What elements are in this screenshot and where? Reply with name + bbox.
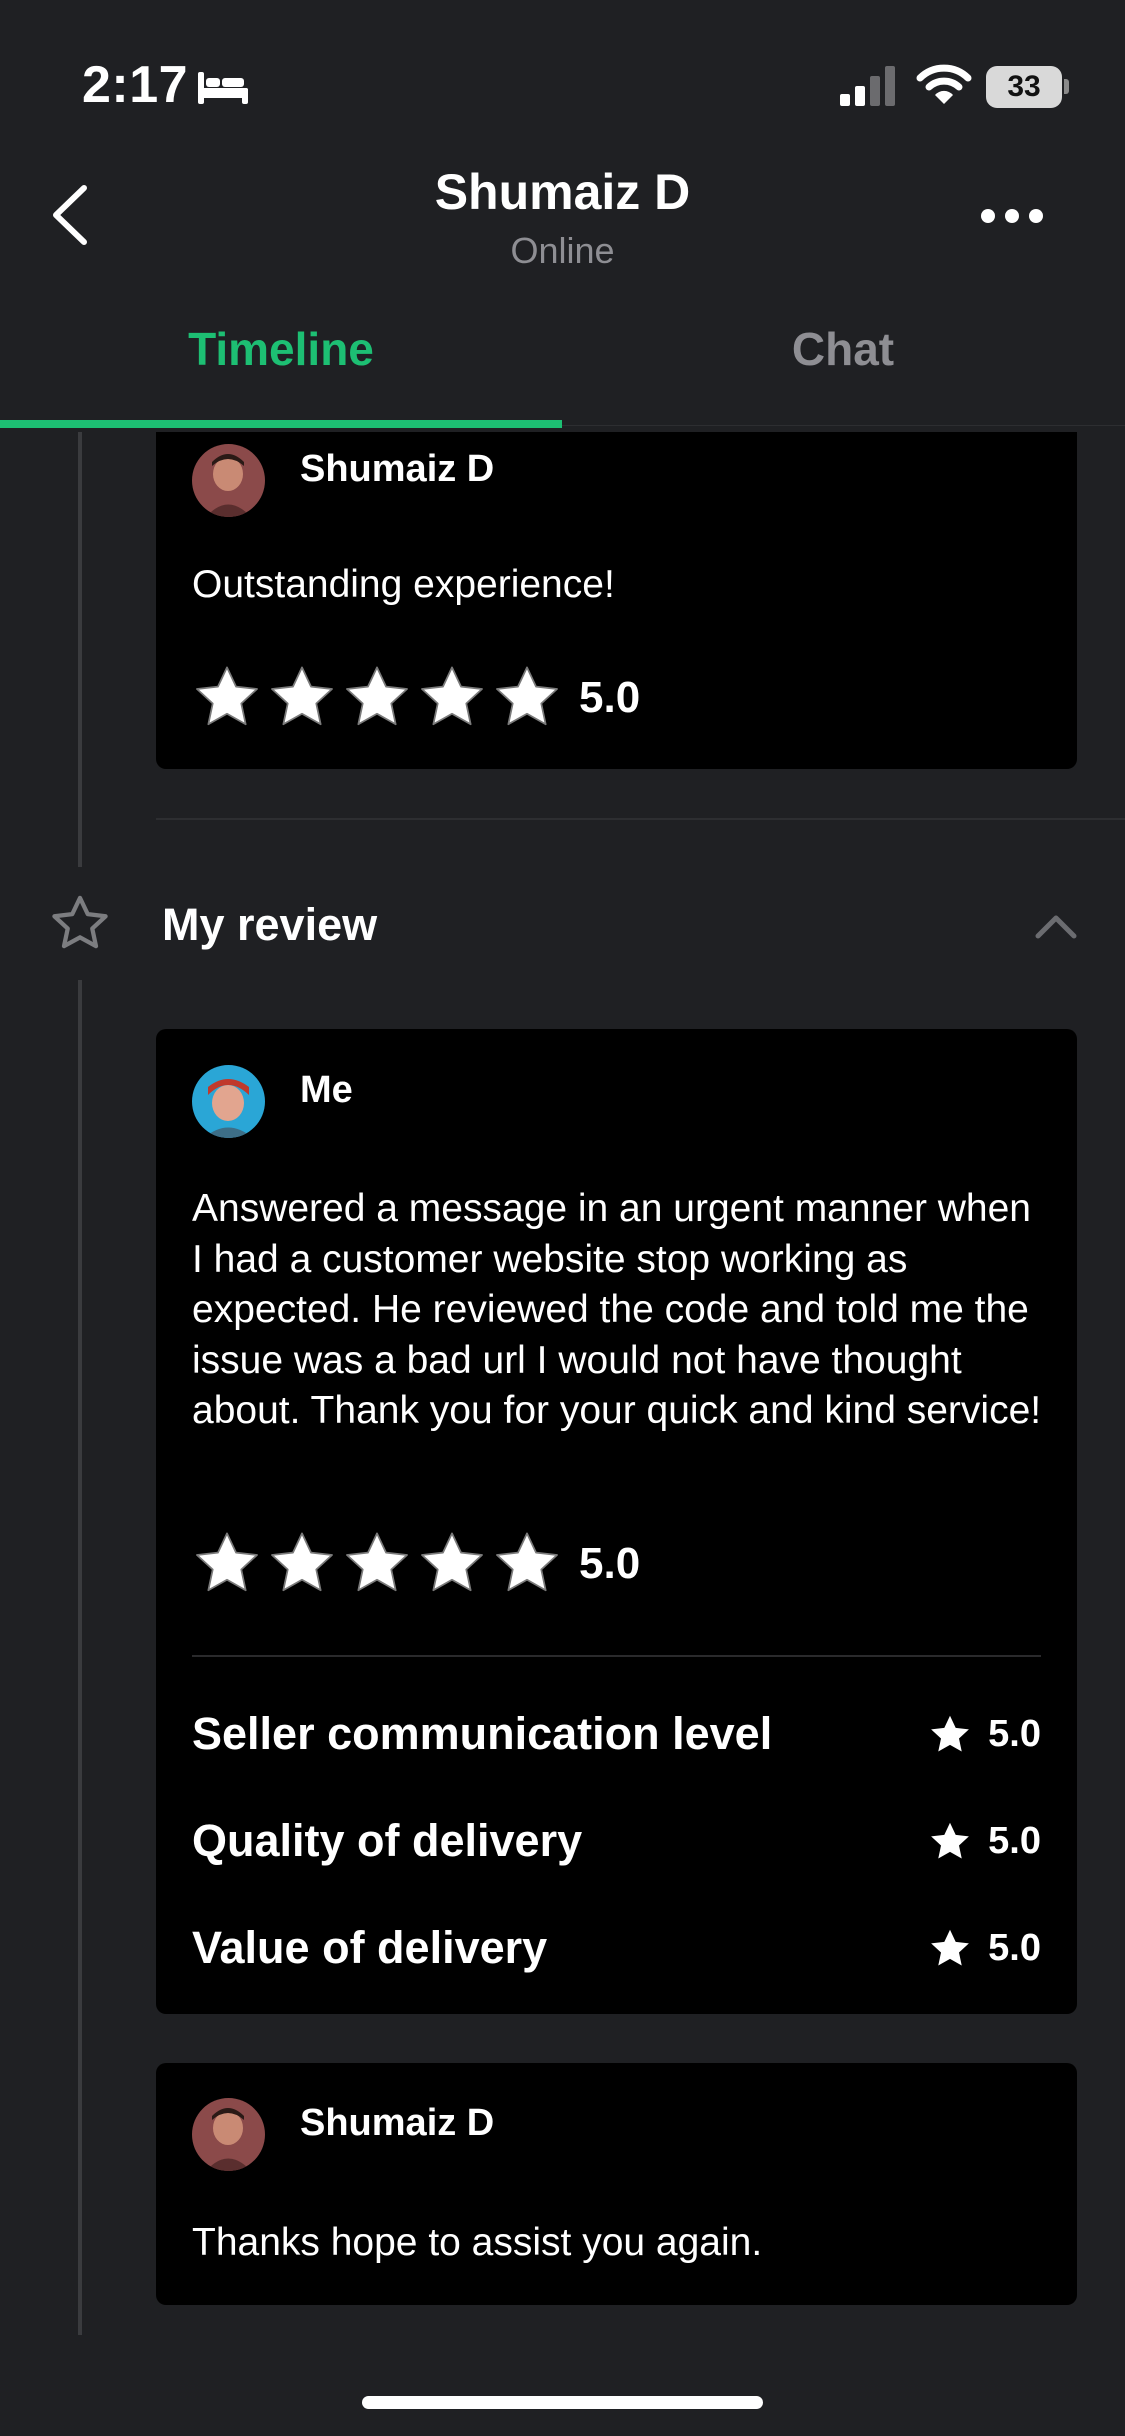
star-icon	[271, 1532, 333, 1592]
cellular-signal-icon	[840, 66, 895, 106]
more-horizontal-icon[interactable]	[978, 198, 1046, 234]
avatar	[192, 444, 265, 517]
criteria-row: Quality of delivery 5.0	[192, 1811, 1041, 1871]
battery-level: 33	[986, 66, 1062, 108]
seller-review-card: Shumaiz D Outstanding experience! 5.0	[156, 432, 1077, 769]
star-icon	[496, 1532, 558, 1592]
rating-value: 5.0	[579, 673, 641, 722]
star-icon	[196, 1532, 258, 1592]
star-icon	[421, 1532, 483, 1592]
avatar	[192, 2098, 265, 2171]
criteria-value: 5.0	[988, 1713, 1041, 1755]
star-rating: 5.0	[192, 660, 640, 736]
criteria-value: 5.0	[988, 1927, 1041, 1969]
star-icon	[196, 666, 258, 726]
star-icon	[346, 1532, 408, 1592]
review-author: Me	[300, 1069, 353, 1111]
section-title: My review	[162, 899, 378, 950]
reply-author: Shumaiz D	[300, 2102, 495, 2144]
timeline-rail	[78, 980, 82, 2335]
star-rating: 5.0	[192, 1526, 640, 1602]
tab-timeline[interactable]: Timeline	[0, 322, 562, 376]
status-time: 2:17	[82, 56, 189, 114]
battery-icon: 33	[986, 66, 1069, 108]
star-icon	[346, 666, 408, 726]
active-tab-indicator	[0, 420, 562, 428]
criteria-label: Value of delivery	[192, 1922, 548, 1973]
avatar	[192, 1065, 265, 1138]
timeline-rail	[78, 432, 82, 867]
star-icon	[271, 666, 333, 726]
rating-value: 5.0	[579, 1539, 641, 1588]
review-author: Shumaiz D	[300, 448, 495, 490]
tab-chat[interactable]: Chat	[562, 322, 1124, 376]
divider	[192, 1655, 1041, 1657]
my-review-card: Me Answered a message in an urgent manne…	[156, 1029, 1077, 2014]
presence-status: Online	[510, 230, 615, 271]
reply-text: Thanks hope to assist you again.	[192, 2221, 763, 2264]
criteria-label: Quality of delivery	[192, 1815, 583, 1866]
review-text: Answered a message in an urgent manner w…	[192, 1187, 1042, 1432]
criteria-value: 5.0	[988, 1820, 1041, 1862]
section-divider	[156, 818, 1125, 820]
star-icon	[931, 1715, 969, 1752]
tab-divider	[562, 425, 1125, 426]
bed-icon	[198, 72, 248, 104]
star-icon	[496, 666, 558, 726]
seller-reply-card: Shumaiz D Thanks hope to assist you agai…	[156, 2063, 1077, 2305]
chevron-up-icon[interactable]	[1032, 904, 1080, 944]
wifi-icon	[916, 64, 972, 104]
criteria-row: Value of delivery 5.0	[192, 1918, 1041, 1978]
criteria-label: Seller communication level	[192, 1708, 773, 1759]
page-title: Shumaiz D	[434, 164, 691, 220]
review-text: Outstanding experience!	[192, 563, 615, 606]
star-outline-icon	[52, 895, 108, 949]
home-indicator[interactable]	[362, 2396, 763, 2409]
status-bar: 2:17 33	[0, 0, 1125, 150]
star-icon	[931, 1929, 969, 1966]
star-icon	[421, 666, 483, 726]
star-icon	[931, 1822, 969, 1859]
criteria-row: Seller communication level 5.0	[192, 1704, 1041, 1764]
